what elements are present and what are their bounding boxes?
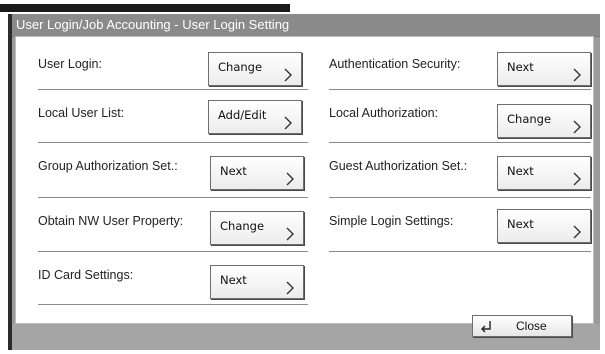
row-divider (329, 251, 591, 252)
setting-label: Simple Login Settings: (329, 214, 454, 228)
close-button[interactable]: Close (472, 315, 572, 337)
chevron-right-icon (573, 225, 581, 239)
setting-label: Obtain NW User Property: (38, 214, 184, 228)
id-card-settings-next-button[interactable]: Next (210, 265, 304, 299)
button-label: Next (507, 217, 534, 231)
setting-row-group-authorization: Group Authorization Set.: Next (38, 143, 308, 198)
top-strip (0, 0, 605, 12)
chevron-right-icon (573, 68, 581, 82)
chevron-right-icon (284, 68, 292, 82)
settings-panel: User Login/Job Accounting - User Login S… (8, 14, 600, 350)
chevron-right-icon (573, 172, 581, 186)
screen: User Login/Job Accounting - User Login S… (0, 0, 605, 354)
setting-row-simple-login-settings: Simple Login Settings: Next (329, 198, 591, 252)
chevron-right-icon (286, 227, 294, 241)
setting-row-local-authorization: Local Authorization: Change (329, 90, 591, 143)
return-arrow-icon (481, 321, 491, 333)
user-login-change-button[interactable]: Change (208, 52, 302, 86)
close-label: Close (516, 319, 547, 333)
setting-label: Local User List: (38, 106, 125, 120)
row-divider (38, 304, 308, 305)
setting-label: Guest Authorization Set.: (329, 159, 468, 173)
button-label: Change (220, 219, 265, 233)
authentication-security-next-button[interactable]: Next (497, 52, 591, 86)
button-label: Next (220, 164, 247, 178)
button-label: Next (507, 60, 534, 74)
group-authorization-next-button[interactable]: Next (210, 156, 304, 190)
setting-label: ID Card Settings: (38, 268, 134, 282)
chevron-right-icon (286, 172, 294, 186)
setting-row-user-login: User Login: Change (38, 37, 308, 90)
simple-login-settings-next-button[interactable]: Next (497, 209, 591, 243)
setting-label: User Login: (38, 57, 102, 71)
button-label: Change (507, 112, 552, 126)
local-authorization-change-button[interactable]: Change (497, 104, 591, 138)
guest-authorization-next-button[interactable]: Next (497, 156, 591, 190)
button-label: Next (220, 273, 247, 287)
setting-row-authentication-security: Authentication Security: Next (329, 37, 591, 90)
setting-row-guest-authorization: Guest Authorization Set.: Next (329, 143, 591, 198)
settings-content: User Login: Change Local User List: Add/… (15, 36, 594, 324)
setting-label: Group Authorization Set.: (38, 159, 178, 173)
setting-label: Local Authorization: (329, 106, 439, 120)
setting-row-id-card-settings: ID Card Settings: Next (38, 252, 308, 305)
panel-title: User Login/Job Accounting - User Login S… (12, 14, 600, 37)
button-label: Add/Edit (218, 108, 267, 122)
button-label: Change (218, 60, 263, 74)
local-user-list-add-edit-button[interactable]: Add/Edit (208, 100, 302, 134)
chevron-right-icon (573, 120, 581, 134)
chevron-right-icon (286, 281, 294, 295)
setting-label: Authentication Security: (329, 57, 461, 71)
obtain-nw-user-property-change-button[interactable]: Change (210, 211, 304, 245)
setting-row-obtain-nw-user-property: Obtain NW User Property: Change (38, 198, 308, 252)
top-white-gap (0, 0, 605, 4)
setting-row-local-user-list: Local User List: Add/Edit (38, 90, 308, 143)
chevron-right-icon (284, 116, 292, 130)
button-label: Next (507, 164, 534, 178)
